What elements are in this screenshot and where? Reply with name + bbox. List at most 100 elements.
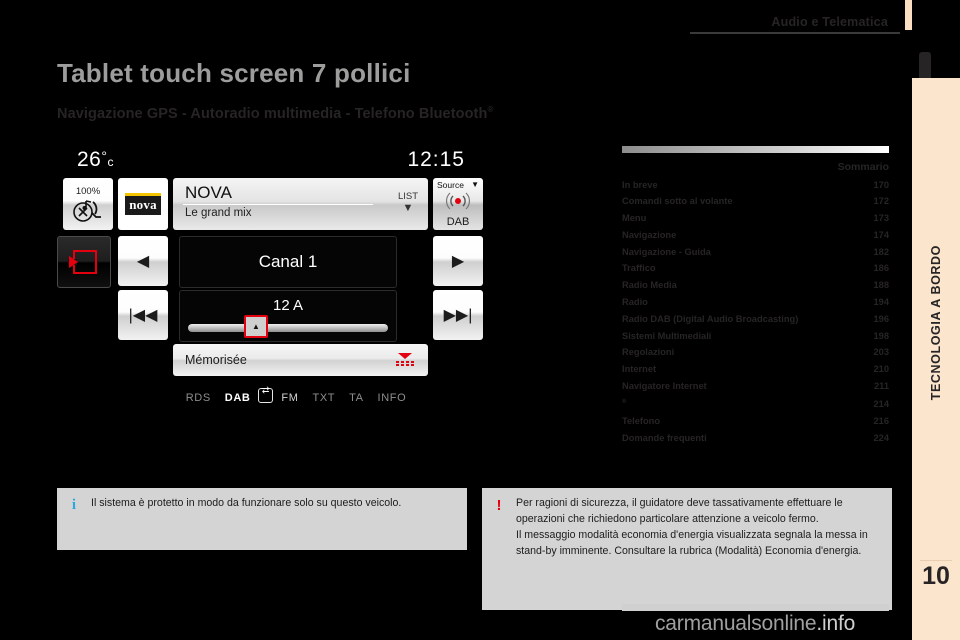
toc-row-label: Navigazione xyxy=(622,229,677,240)
toc-row[interactable]: Navigazione - Guida 182 xyxy=(622,246,889,257)
station-name: NOVA xyxy=(185,183,232,202)
toc-row[interactable]: Comandi sotto al volante 172 xyxy=(622,196,889,206)
source-value: DAB xyxy=(446,216,470,228)
chevron-down-icon: ▼ xyxy=(402,201,414,214)
fm-indicator[interactable]: FM xyxy=(281,392,298,404)
eco-mode-button[interactable]: 100% xyxy=(63,178,113,230)
toc-row-page: 194 xyxy=(873,297,889,308)
toc-row-label: Navigazione - Guida xyxy=(622,246,711,257)
info-icon: i xyxy=(71,497,77,513)
toc-row[interactable]: Regolazioni 203 xyxy=(622,347,889,358)
toc-row-page: 216 xyxy=(873,415,889,426)
station-logo-text: nova xyxy=(125,193,161,215)
channel-display: Canal 1 xyxy=(179,236,397,288)
toc-row-label: Radio DAB (Digital Audio Broadcasting) xyxy=(622,313,799,324)
next-channel-button[interactable]: ▶ xyxy=(433,236,483,286)
chapter-number: 10 xyxy=(922,562,950,590)
page-title: Tablet touch screen 7 pollici xyxy=(57,58,411,88)
station-logo-button[interactable]: nova xyxy=(118,178,168,230)
toc-row[interactable]: Navigatore Internet 211 xyxy=(622,381,889,392)
registered-mark: ® xyxy=(487,105,494,114)
toc-row-label: Sistemi Multimediali xyxy=(622,330,712,341)
toc-row-page: 198 xyxy=(873,330,889,341)
skip-backward-icon: |◀◀ xyxy=(128,307,158,324)
warning-paragraph-2: Il messaggio modalità economia d'energia… xyxy=(516,528,868,557)
memorized-button[interactable]: Mémorisée xyxy=(173,344,428,376)
frequency-slider[interactable] xyxy=(188,324,388,332)
toc-row[interactable]: Telefono 216 xyxy=(622,415,889,426)
toc-row-label: Navigatore Internet xyxy=(622,381,707,392)
toc-row[interactable]: In breve 170 xyxy=(622,179,889,190)
ta-indicator[interactable]: TA xyxy=(349,392,363,404)
temperature-unit: c xyxy=(107,155,114,169)
toc-row-page: 173 xyxy=(873,213,889,224)
toc-row-page: 182 xyxy=(873,246,889,257)
frequency-display: 12 A ▲ xyxy=(179,290,397,342)
toc-row-page: 203 xyxy=(873,347,889,358)
toc-row[interactable]: Radio Media 188 xyxy=(622,280,889,291)
toc-row[interactable]: Navigazione 174 xyxy=(622,229,889,240)
memorized-label: Mémorisée xyxy=(185,353,247,367)
return-button[interactable] xyxy=(57,236,111,288)
header-rule xyxy=(690,32,900,34)
list-label: LIST xyxy=(397,191,418,202)
registered-mark: ® xyxy=(622,398,627,405)
info-indicator[interactable]: INFO xyxy=(378,392,407,404)
toc-row-page: 174 xyxy=(873,229,889,240)
toc-row-label: In breve xyxy=(622,179,658,190)
warning-paragraph-1: Per ragioni di sicurezza, il guidatore d… xyxy=(516,497,843,525)
chapter-header-title: Audio e Telematica xyxy=(771,15,888,29)
frequency-value: 12 A xyxy=(272,297,304,314)
toc-row[interactable]: Radio DAB (Digital Audio Broadcasting) 19… xyxy=(622,313,889,324)
source-label: Source xyxy=(437,180,464,190)
toc-row-page: 188 xyxy=(873,280,889,291)
radio-mode-indicators: RDS DAB FM TXT TA INFO xyxy=(57,385,535,404)
page-tab-marker xyxy=(905,0,912,30)
toc-row[interactable]: Menu 173 xyxy=(622,213,889,224)
toc-row-page: 196 xyxy=(873,313,889,324)
toc-gradient-bar xyxy=(622,146,889,153)
skip-forward-icon: ▶▶| xyxy=(443,307,473,324)
toc-row[interactable]: ® 214 xyxy=(622,399,889,409)
toc-row-label: Domande frequenti xyxy=(622,432,707,443)
warning-callout: ! Per ragioni di sicurezza, il guidatore… xyxy=(482,488,892,610)
sidebar-divider xyxy=(920,560,952,561)
rds-indicator[interactable]: RDS xyxy=(186,392,211,404)
clock-display: 12:15 xyxy=(407,148,465,171)
txt-indicator[interactable]: TXT xyxy=(313,392,336,404)
frequency-slider-thumb[interactable]: ▲ xyxy=(244,315,268,338)
toc-row-label: Radio Media xyxy=(622,280,677,291)
watermark-bar xyxy=(622,604,889,611)
previous-channel-button[interactable]: ◀ xyxy=(118,236,168,286)
eco-percent-label: 100% xyxy=(75,186,101,198)
toc-row[interactable]: Radio 194 xyxy=(622,297,889,308)
energy-economy-icon xyxy=(73,199,101,222)
tablet-screenshot: 26°c 12:15 100% nova NOVA Le grand mix L… xyxy=(57,140,535,436)
toc-row[interactable]: Sistemi Multimediali 198 xyxy=(622,330,889,341)
source-button[interactable]: Source ▼ DAB xyxy=(433,178,483,230)
radio-broadcast-icon xyxy=(446,192,470,210)
back-arrow-icon xyxy=(68,250,97,274)
track-text: Le grand mix xyxy=(185,207,252,219)
seek-backward-button[interactable]: |◀◀ xyxy=(118,290,168,340)
dab-fm-swap-icon[interactable] xyxy=(258,385,274,403)
toc-row-page: 211 xyxy=(874,381,889,392)
tablet-screen: 26°c 12:15 100% nova NOVA Le grand mix L… xyxy=(57,140,535,436)
toc-row-page: 214 xyxy=(873,398,889,409)
seek-forward-button[interactable]: ▶▶| xyxy=(433,290,483,340)
toc-row[interactable]: Domande frequenti 224 xyxy=(622,432,889,443)
toc-row-label: Telefono xyxy=(622,415,661,426)
list-button[interactable]: LIST ▼ xyxy=(398,192,418,214)
toc-row[interactable]: Traffico 186 xyxy=(622,263,889,274)
toc-row-page: 224 xyxy=(873,432,889,443)
dab-indicator[interactable]: DAB xyxy=(225,392,251,404)
toc-heading: Sommario xyxy=(837,161,889,173)
toc-row[interactable]: Internet 210 xyxy=(622,364,889,374)
watermark-tail: .info xyxy=(816,612,856,635)
station-info-panel[interactable]: NOVA Le grand mix LIST ▼ xyxy=(173,178,428,230)
page-subtitle-text: Navigazione GPS - Autoradio multimedia -… xyxy=(57,105,488,122)
toc-row-label: Traffico xyxy=(622,263,656,274)
temperature-display: 26°c xyxy=(77,148,114,172)
panel-divider xyxy=(183,204,373,205)
table-of-contents: Sommario In breve 170 Comandi sotto al vol… xyxy=(622,146,889,443)
